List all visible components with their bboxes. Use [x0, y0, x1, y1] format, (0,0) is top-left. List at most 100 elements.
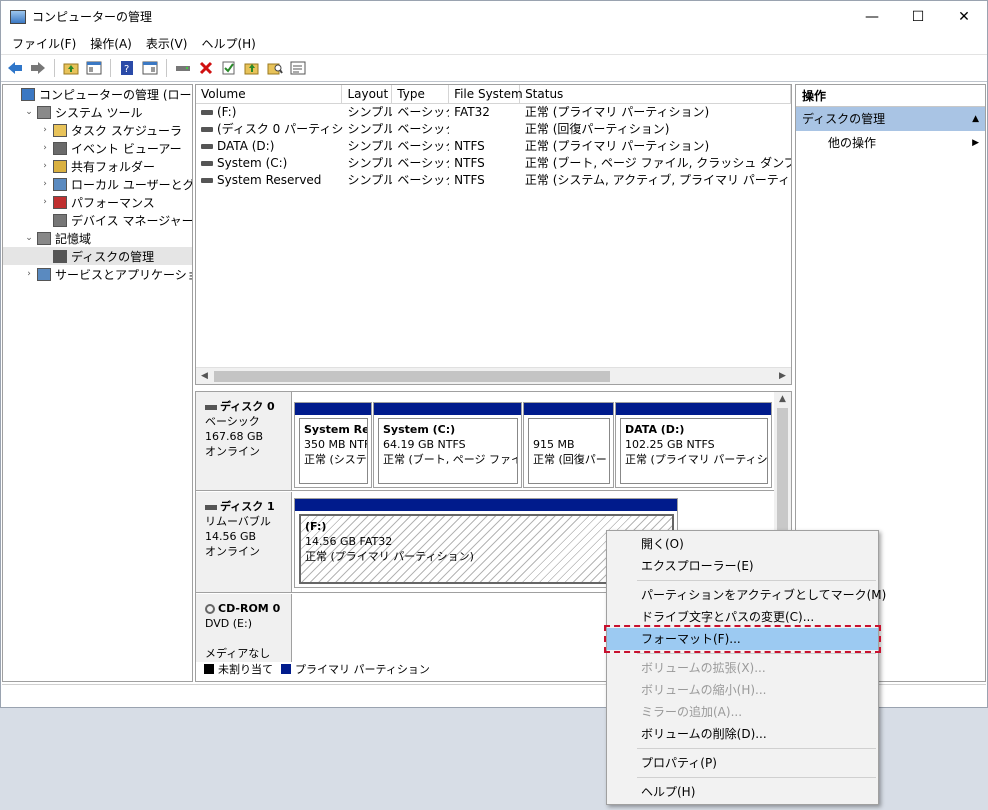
tree-item[interactable]: ⌄ 記憶域 — [3, 229, 192, 247]
help-button[interactable]: ? — [117, 58, 137, 78]
scrollbar-thumb[interactable] — [214, 371, 610, 382]
partition-data-d[interactable]: DATA (D:)102.25 GB NTFS正常 (プライマリ パーティション… — [615, 402, 772, 488]
search-button[interactable] — [265, 58, 285, 78]
column-volume[interactable]: Volume — [196, 85, 343, 103]
connect-drive-button[interactable] — [173, 58, 193, 78]
tree-node-icon — [53, 123, 67, 137]
scroll-right-icon[interactable]: ▶ — [775, 369, 790, 384]
forward-arrow-icon — [31, 62, 45, 74]
tree-item-label: システム ツール — [55, 105, 143, 120]
more-actions[interactable]: 他の操作 ▶ — [796, 131, 985, 155]
scroll-up-icon[interactable]: ▲ — [775, 392, 790, 407]
menu-file[interactable]: ファイル(F) — [5, 35, 83, 52]
column-layout[interactable]: Layout — [342, 85, 393, 103]
drive-icon — [176, 66, 190, 71]
disk-0-type: ベーシック — [205, 415, 260, 428]
menu-item: ミラーの追加(A)... — [641, 705, 743, 719]
volume-cell: シンプル — [347, 122, 393, 136]
settings-button[interactable] — [288, 58, 308, 78]
volume-cell: (F:) — [217, 105, 237, 119]
partition-system-c[interactable]: System (C:)64.19 GB NTFS正常 (ブート, ページ ファイ… — [373, 402, 522, 488]
properties-check-icon — [222, 61, 235, 75]
up-folder-button[interactable] — [61, 58, 81, 78]
volume-row[interactable]: (ディスク 0 パーティション 3) シンプルベーシック 正常 (回復パーティション… — [196, 121, 791, 138]
menu-item[interactable]: ヘルプ(H) — [607, 781, 878, 803]
volume-list: Volume Layout Type File System Status (F… — [195, 84, 792, 385]
tree-item[interactable]: ディスクの管理 — [3, 247, 192, 265]
tree-item[interactable]: › 共有フォルダー — [3, 157, 192, 175]
menu-view[interactable]: 表示(V) — [139, 35, 195, 52]
collapse-icon: ▲ — [972, 114, 979, 124]
volume-cell: シンプル — [347, 139, 393, 153]
tree-item[interactable]: › サービスとアプリケーション — [3, 265, 192, 283]
properties-button[interactable] — [219, 58, 239, 78]
partition-recovery[interactable]: 915 MB 正常 (回復パー — [523, 402, 614, 488]
tree-node-icon — [37, 105, 51, 119]
tree-item[interactable]: デバイス マネージャー — [3, 211, 192, 229]
menu-item[interactable]: エクスプローラー(E) — [607, 555, 878, 577]
expand-arrow-icon[interactable]: › — [39, 179, 51, 189]
volume-cell: FAT32 — [454, 105, 490, 119]
cdrom-label[interactable]: CD-ROM 0 DVD (E:) メディアなし — [196, 594, 292, 662]
tree-node-icon — [21, 87, 35, 101]
tree-item[interactable]: コンピューターの管理 (ローカル) — [3, 85, 192, 103]
show-hide-action-pane-button[interactable] — [140, 58, 160, 78]
volume-row[interactable]: System (C:) シンプルベーシック NTFS 正常 (ブート, ページ ファイ… — [196, 155, 791, 172]
column-status[interactable]: Status — [520, 85, 791, 103]
expand-arrow-icon[interactable]: ⌄ — [23, 233, 35, 243]
menu-item[interactable]: ボリュームの削除(D)... — [607, 723, 878, 745]
column-file-system[interactable]: File System — [449, 85, 523, 103]
scroll-left-icon[interactable]: ◀ — [197, 369, 212, 384]
tree-item-label: ディスクの管理 — [71, 249, 155, 264]
column-type[interactable]: Type — [392, 85, 450, 103]
volume-row[interactable]: (F:) シンプルベーシック FAT32 正常 (プライマリ パーティション) — [196, 104, 791, 121]
expand-arrow-icon[interactable]: › — [39, 161, 51, 171]
menu-item-format[interactable]: フォーマット(F)... — [604, 625, 881, 653]
volume-row[interactable]: System Reserved シンプルベーシック NTFS 正常 (システム, アク… — [196, 172, 791, 189]
minimize-button[interactable]: — — [849, 1, 895, 32]
expand-arrow-icon[interactable]: › — [39, 197, 51, 207]
tree-item[interactable]: › タスク スケジューラ — [3, 121, 192, 139]
disk-1-label[interactable]: ディスク 1 リムーバブル 14.56 GB オンライン — [196, 492, 292, 592]
cd-icon — [205, 604, 215, 614]
expand-arrow-icon[interactable]: › — [23, 269, 35, 279]
disk-1-state: オンライン — [205, 545, 260, 558]
primary-swatch — [281, 664, 291, 674]
volume-cell: シンプル — [347, 156, 393, 170]
tree-item[interactable]: › イベント ビューアー — [3, 139, 192, 157]
menu-item[interactable]: ドライブ文字とパスの変更(C)... — [607, 606, 878, 628]
volume-cell: (ディスク 0 パーティション 3) — [217, 122, 343, 136]
close-button[interactable]: ✕ — [941, 1, 987, 32]
delete-button[interactable] — [196, 58, 216, 78]
console-tree-button[interactable] — [84, 58, 104, 78]
tree-item-label: ローカル ユーザーとグループ — [71, 177, 193, 192]
horizontal-scrollbar[interactable]: ◀ ▶ — [196, 367, 791, 384]
volume-icon — [201, 178, 213, 183]
disk-1-name: ディスク 1 — [220, 500, 275, 513]
volume-row[interactable]: DATA (D:) シンプルベーシック NTFS 正常 (プライマリ パーティション) — [196, 138, 791, 155]
tree-item[interactable]: › ローカル ユーザーとグループ — [3, 175, 192, 193]
maximize-button[interactable]: ☐ — [895, 1, 941, 32]
menu-item[interactable]: パーティションをアクティブとしてマーク(M) — [607, 584, 886, 606]
actions-section-disk-management[interactable]: ディスクの管理 ▲ — [796, 107, 985, 131]
tree-item[interactable]: › パフォーマンス — [3, 193, 192, 211]
disk-0-label[interactable]: ディスク 0 ベーシック 167.68 GB オンライン — [196, 392, 292, 490]
volume-cell: NTFS — [454, 139, 485, 153]
back-button[interactable] — [5, 58, 25, 78]
console-tree: コンピューターの管理 (ローカル) ⌄ システム ツール › タスク スケジューラ › イベ… — [2, 84, 193, 682]
volume-cell: 正常 (システム, アクティブ, プライマリ パーティション) — [524, 173, 791, 187]
menu-item[interactable]: プロパティ(P) — [607, 752, 878, 774]
menu-help[interactable]: ヘルプ(H) — [194, 35, 262, 52]
forward-button[interactable] — [28, 58, 48, 78]
tree-item[interactable]: ⌄ システム ツール — [3, 103, 192, 121]
menu-item[interactable]: 開く(O) — [607, 533, 878, 555]
partition-system-reserved[interactable]: System Rese350 MB NTFS正常 (システム — [294, 402, 372, 488]
expand-arrow-icon[interactable]: › — [39, 143, 51, 153]
context-menu: 開く(O) エクスプローラー(E) パーティションをアクティブとしてマーク(M) ドラ… — [604, 530, 886, 805]
expand-arrow-icon[interactable]: › — [39, 125, 51, 135]
tree-item-label: サービスとアプリケーション — [55, 267, 192, 282]
expand-arrow-icon[interactable]: ⌄ — [23, 107, 35, 117]
menu-action[interactable]: 操作(A) — [83, 35, 139, 52]
disk-0-name: ディスク 0 — [220, 400, 275, 413]
export-button[interactable] — [242, 58, 262, 78]
